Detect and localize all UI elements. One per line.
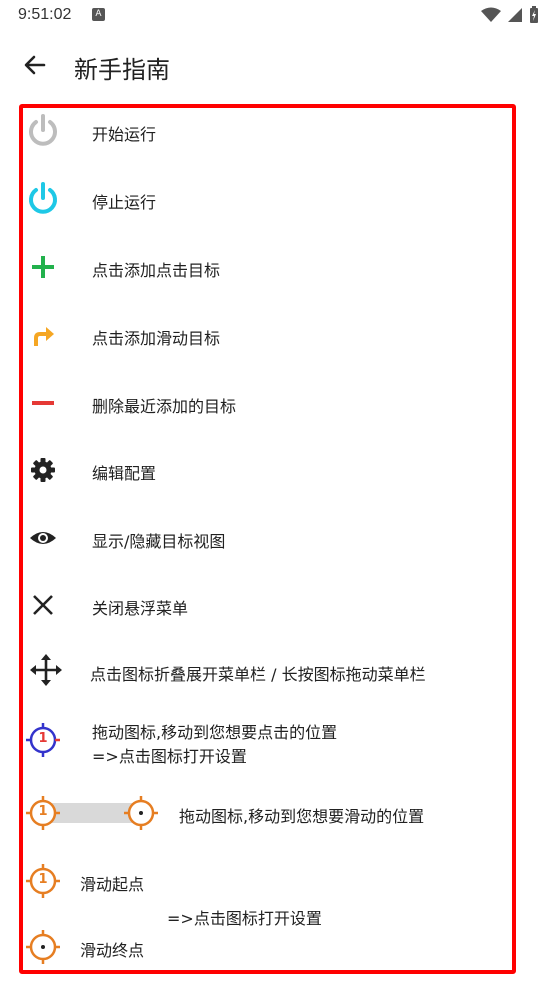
guide-label-add-swipe: 点击添加滑动目标	[92, 329, 221, 348]
click-target-number: 1	[38, 731, 48, 746]
swipe-start-number: 1	[38, 804, 48, 819]
move-icon	[28, 652, 64, 688]
eye-icon	[25, 520, 61, 556]
guide-label-edit-config: 编辑配置	[92, 464, 157, 483]
minus-red-icon	[25, 385, 61, 421]
swipe-end-icon	[25, 929, 61, 965]
guide-label-add-click: 点击添加点击目标	[92, 261, 221, 280]
guide-label-swipe-start: 滑动起点	[80, 875, 145, 894]
status-time: 9:51:02	[18, 6, 72, 23]
app-bar: 新手指南	[0, 40, 553, 92]
guide-label-swipe-end: 滑动终点	[80, 941, 145, 960]
arrow-left-icon[interactable]	[20, 50, 50, 80]
click-target-icon: 1	[25, 722, 61, 758]
status-bar: 9:51:02 A	[0, 0, 553, 32]
guide-label-toggle-view: 显示/隐藏目标视图	[92, 532, 226, 551]
swipe-end-target-icon	[123, 795, 159, 831]
signal-icon	[508, 8, 522, 22]
guide-label-delete: 删除最近添加的目标	[92, 397, 237, 416]
guide-label-swipe-target: 拖动图标,移动到您想要滑动的位置	[179, 807, 425, 826]
swipe-start-target-icon: 1	[25, 795, 61, 831]
power-cyan-icon	[25, 181, 61, 217]
close-icon	[25, 587, 61, 623]
swipe-start-icon: 1	[25, 863, 61, 899]
guide-label-click-target: 拖动图标,移动到您想要点击的位置	[92, 723, 338, 742]
swipe-arrow-icon	[25, 317, 61, 353]
swipe-start-item-number: 1	[38, 872, 48, 887]
guide-label-close-menu: 关闭悬浮菜单	[92, 599, 189, 618]
guide-label-move-menu: 点击图标折叠展开菜单栏 / 长按图标拖动菜单栏	[90, 665, 426, 684]
power-gray-icon	[25, 113, 61, 149]
guide-label-start: 开始运行	[92, 125, 157, 144]
gear-icon	[25, 452, 61, 488]
guide-label-click-target-settings: =>点击图标打开设置	[92, 747, 247, 766]
page-title: 新手指南	[74, 56, 170, 84]
system-icons	[481, 6, 539, 24]
notification-icon: A	[92, 8, 105, 21]
battery-icon	[530, 6, 538, 23]
plus-green-icon	[25, 249, 61, 285]
guide-label-swipe-settings: =>点击图标打开设置	[167, 909, 322, 928]
wifi-icon	[481, 7, 501, 22]
guide-label-stop: 停止运行	[92, 193, 157, 212]
